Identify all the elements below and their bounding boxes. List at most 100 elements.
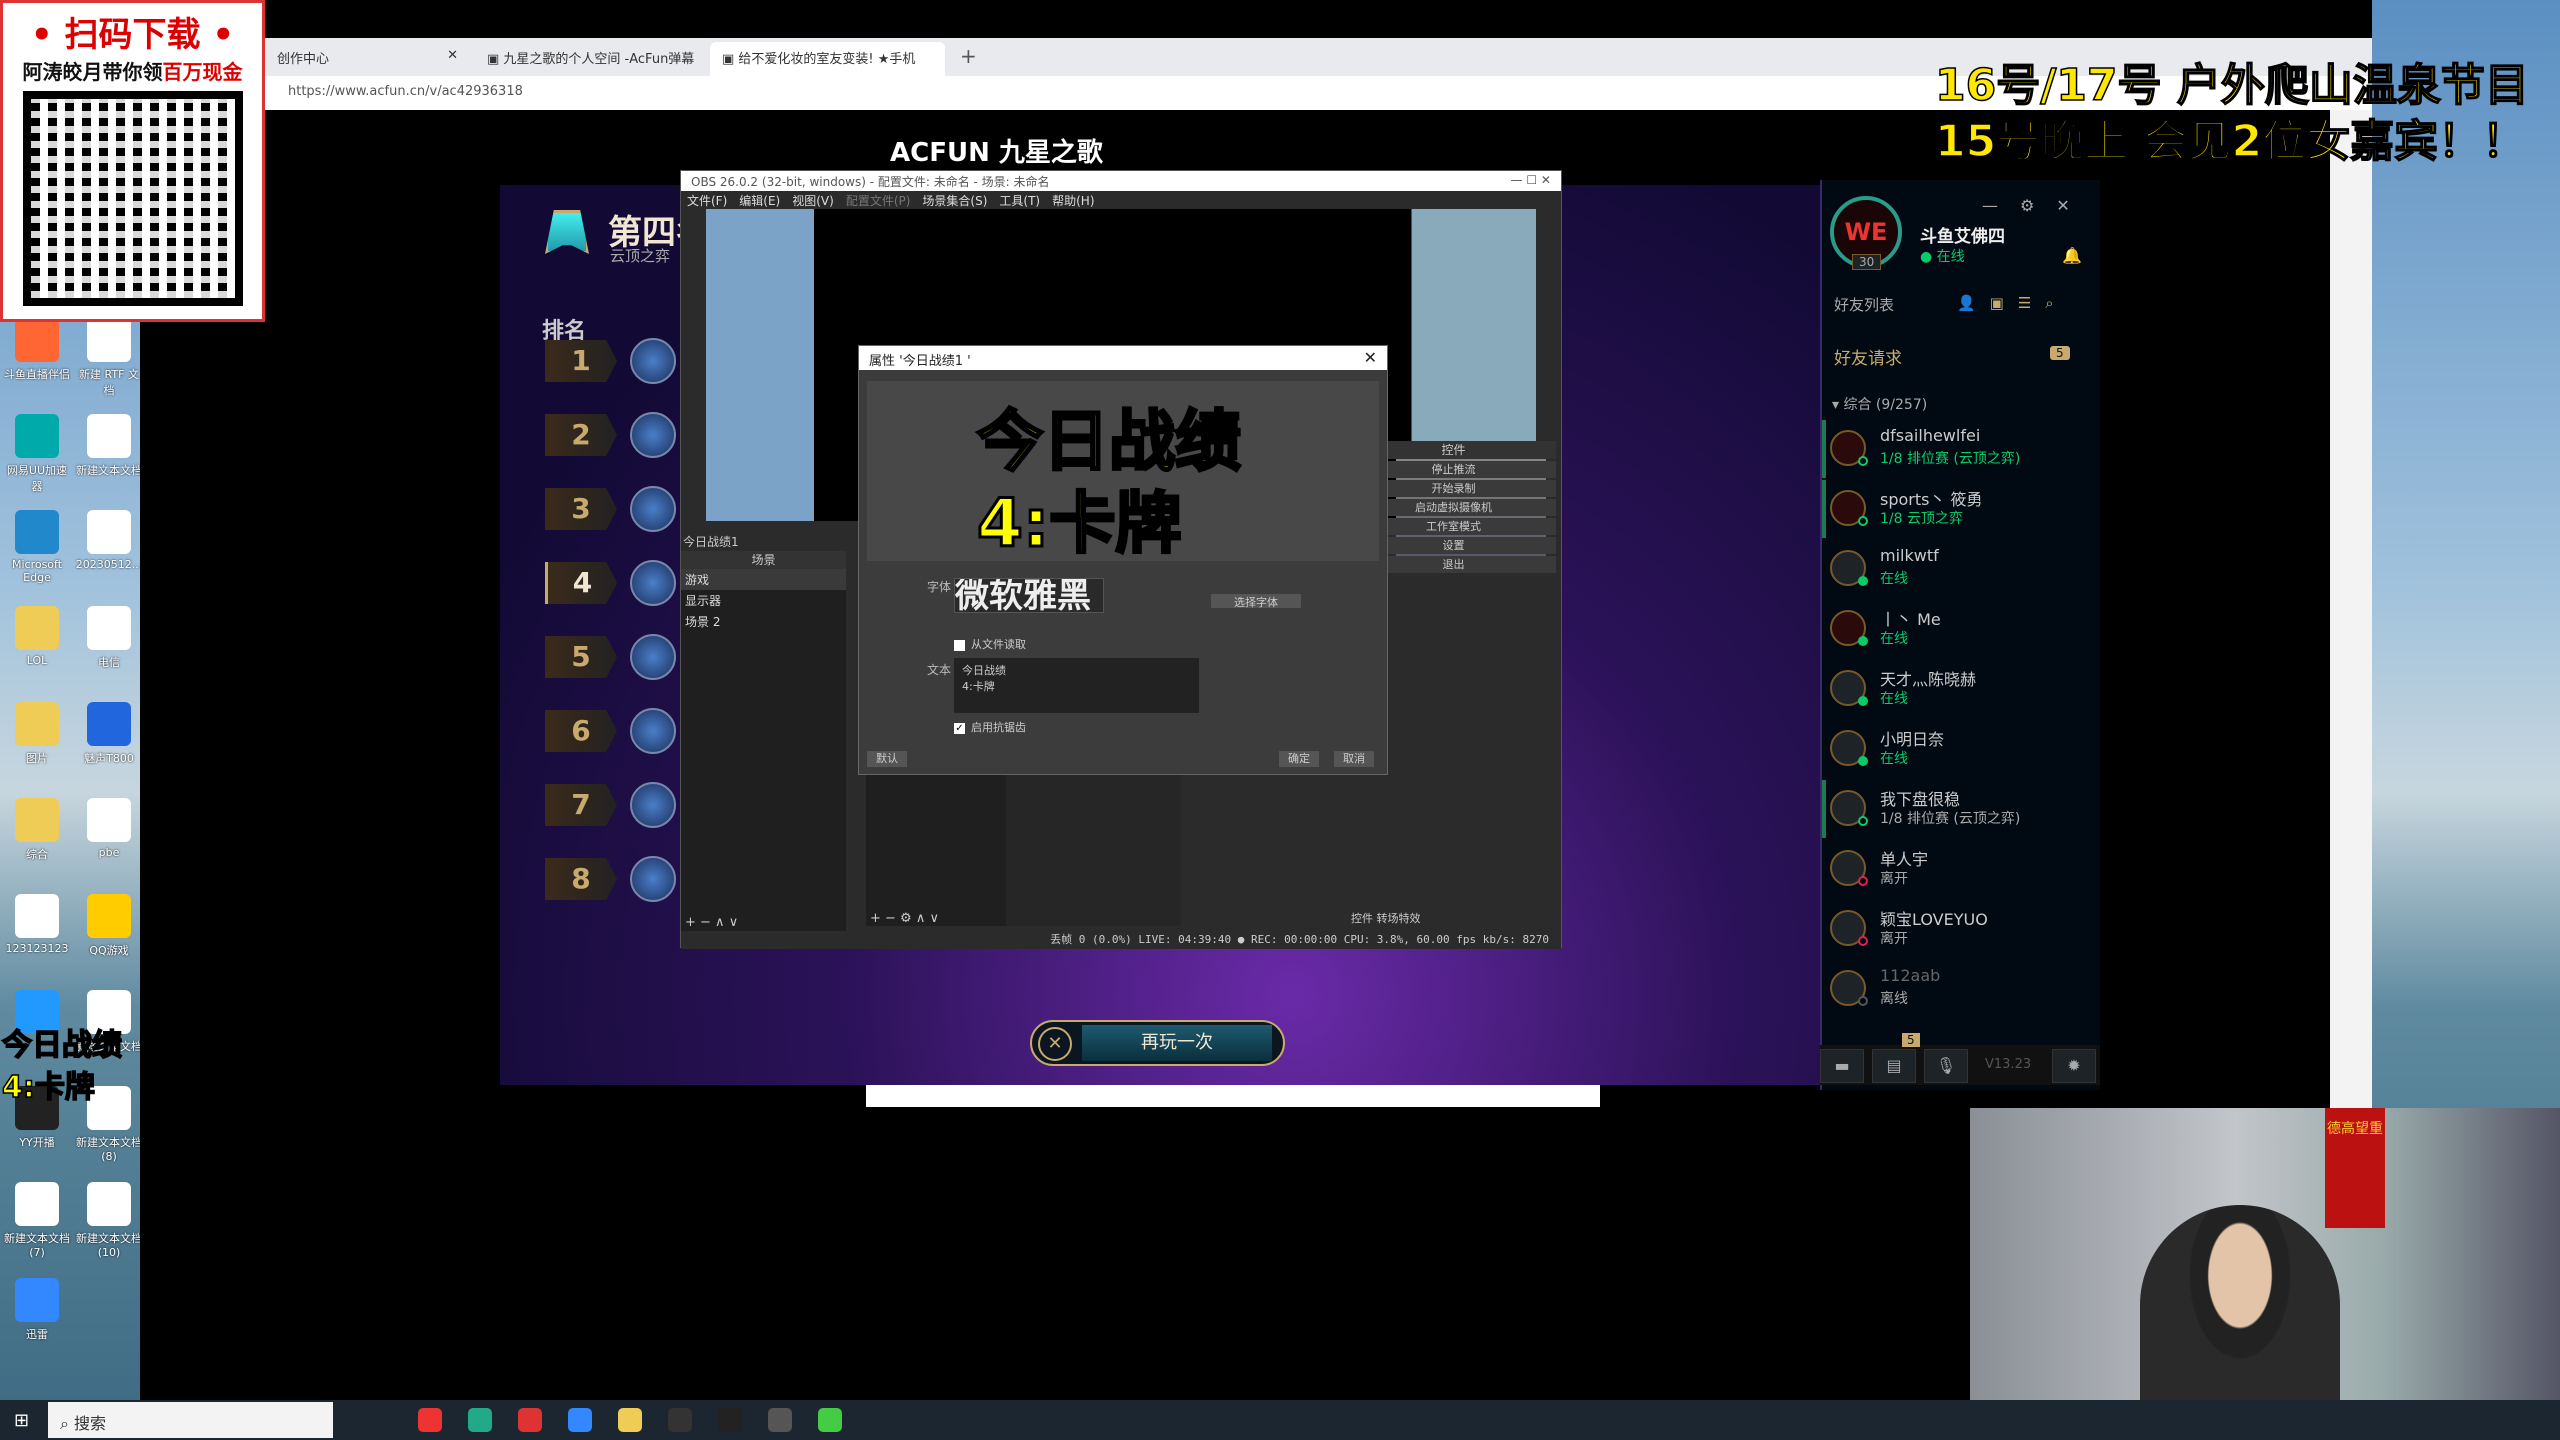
friend-status: 1/8 云顶之弈	[1880, 511, 1963, 527]
player-avatar[interactable]	[630, 856, 676, 902]
scene-item[interactable]: 场景 2	[681, 611, 846, 632]
window-controls[interactable]: — ☐ ✕	[1511, 173, 1551, 187]
friend-item[interactable]: 我下盘很稳 1/8 排位赛 (云顶之弈)	[1822, 780, 2092, 838]
desktop-icon[interactable]: Microsoft Edge	[2, 510, 72, 584]
player-avatar[interactable]	[630, 486, 676, 532]
windows-start-icon[interactable]: ⊞	[14, 1410, 29, 1431]
desktop-icon[interactable]: 斗鱼直播伴侣	[2, 318, 72, 382]
text-input[interactable]: 今日战绩 4:卡牌	[954, 658, 1199, 713]
menu-item[interactable]: 编辑(E)	[739, 194, 780, 208]
player-avatar[interactable]	[630, 782, 676, 828]
missions-icon[interactable]: ▤	[1872, 1049, 1916, 1083]
bug-report-icon[interactable]: ✹	[2052, 1049, 2096, 1083]
close-icon[interactable]: ✕	[447, 48, 458, 63]
new-tab-button[interactable]: +	[960, 44, 977, 68]
bell-icon[interactable]: 🔔	[2062, 246, 2082, 265]
desktop-icon[interactable]: 新建文本文档(10)	[74, 1182, 144, 1259]
desktop-icon[interactable]: 综合	[2, 798, 72, 862]
close-button[interactable]: ✕	[1038, 1027, 1072, 1061]
player-avatar[interactable]	[630, 412, 676, 458]
taskbar-app-icon[interactable]	[768, 1408, 792, 1432]
taskbar-app-icon[interactable]	[568, 1408, 592, 1432]
app-icon	[87, 318, 131, 362]
icon-label: 电信	[98, 656, 120, 669]
desktop-icon[interactable]: 网易UU加速器	[2, 414, 72, 494]
desktop-icon[interactable]: 新建文本文档(7)	[2, 1182, 72, 1259]
play-again-button[interactable]: 再玩一次	[1082, 1025, 1272, 1061]
tab-transitions[interactable]: 转场特效	[1377, 912, 1421, 925]
player-avatar[interactable]	[630, 338, 676, 384]
mic-icon[interactable]: 🎙	[1924, 1049, 1968, 1083]
window-controls[interactable]: —⚙✕	[1982, 196, 2092, 215]
friend-item[interactable]: 天才灬陈晓赫 在线	[1822, 660, 2092, 718]
menu-item[interactable]: 帮助(H)	[1052, 194, 1094, 208]
read-from-file-checkbox[interactable]: 从文件读取	[954, 636, 1026, 652]
cancel-button[interactable]: 取消	[1334, 751, 1374, 767]
friend-name: 颖宝LOVEYUO	[1880, 910, 1988, 929]
select-font-button[interactable]: 选择字体	[1211, 594, 1301, 609]
taskbar-app-icon[interactable]	[618, 1408, 642, 1432]
desktop-icon[interactable]: LOL	[2, 606, 72, 667]
friend-item[interactable]: 112aab 离线	[1822, 960, 2092, 1018]
app-icon	[87, 702, 131, 746]
status-dot-icon	[1858, 996, 1868, 1006]
tab-controls[interactable]: 控件	[1351, 912, 1373, 925]
scene-toolbar[interactable]: + − ∧ ∨	[685, 915, 738, 930]
source-toolbar[interactable]: + − ⚙ ∧ ∨	[870, 911, 939, 926]
player-avatar[interactable]	[630, 634, 676, 680]
desktop-icon[interactable]: 图片	[2, 702, 72, 766]
tab-video[interactable]: ▣ 给不爱化妆的室友变装! ★手机	[710, 42, 945, 76]
friend-name: sports丶 筱勇	[1880, 490, 1983, 509]
taskbar-app-icon[interactable]	[818, 1408, 842, 1432]
menu-item[interactable]: 场景集合(S)	[922, 194, 987, 208]
app-icon	[15, 1182, 59, 1226]
menu-item[interactable]: 视图(V)	[792, 194, 834, 208]
icon-label: LOL	[26, 654, 48, 667]
friend-item[interactable]: 单人宇 离开	[1822, 840, 2092, 898]
taskbar-app-icon[interactable]	[468, 1408, 492, 1432]
desktop-icon[interactable]: 新建 RTF 文档	[74, 318, 144, 398]
friend-item[interactable]: 颖宝LOVEYUO 离开	[1822, 900, 2092, 958]
desktop-icon[interactable]: pbe	[74, 798, 144, 859]
desktop-icon[interactable]: 迅雷	[2, 1278, 72, 1342]
friend-item[interactable]: sports丶 筱勇 1/8 云顶之弈	[1822, 480, 2092, 538]
taskbar-app-icon[interactable]	[418, 1408, 442, 1432]
menu-item[interactable]: 文件(F)	[687, 194, 727, 208]
friend-requests[interactable]: 好友请求	[1834, 344, 1902, 369]
taskbar-app-icon[interactable]	[518, 1408, 542, 1432]
menu-item[interactable]: 配置文件(P)	[846, 194, 911, 208]
close-icon[interactable]: ✕	[1364, 348, 1377, 367]
desktop-icon[interactable]: 新建文本文档	[74, 414, 144, 478]
friend-actions-icons[interactable]: 👤▣☰⌕	[1957, 294, 2068, 312]
antialias-checkbox[interactable]: ✓ 启用抗锯齿	[954, 719, 1026, 735]
taskbar-app-icon[interactable]	[668, 1408, 692, 1432]
download-ad[interactable]: • 扫码下载 • 阿涛皎月带你领百万现金	[0, 0, 265, 322]
tab-creator-center[interactable]: 创作中心 ✕	[265, 42, 470, 76]
friend-item[interactable]: dfsailhewlfei 1/8 排位赛 (云顶之弈)	[1822, 420, 2092, 478]
desktop-icon[interactable]: 电信	[74, 606, 144, 670]
desktop-icon[interactable]: QQ游戏	[74, 894, 144, 958]
chat-icon[interactable]: ▬	[1820, 1049, 1864, 1083]
menu-item[interactable]: 工具(T)	[999, 194, 1040, 208]
scene-item[interactable]: 显示器	[681, 590, 846, 611]
ok-button[interactable]: 确定	[1279, 751, 1319, 767]
friend-item[interactable]: 丨丶 Me 在线	[1822, 600, 2092, 658]
desktop-icon[interactable]: 20230512...	[74, 510, 144, 571]
desktop-icon[interactable]: 123123123	[2, 894, 72, 955]
scene-item[interactable]: 游戏	[681, 569, 846, 590]
client-version: V13.23	[1985, 1057, 2032, 1072]
friend-item[interactable]: milkwtf 在线	[1822, 540, 2092, 598]
taskbar-app-icon[interactable]	[718, 1408, 742, 1432]
status-dot-icon	[1858, 576, 1868, 586]
caret-down-icon[interactable]: ▾	[1832, 397, 1843, 413]
taskbar-search[interactable]: ⌕ 搜索	[48, 1402, 333, 1438]
defaults-button[interactable]: 默认	[867, 751, 907, 767]
desktop-icon[interactable]: 魅声T800	[74, 702, 144, 766]
player-avatar[interactable]	[630, 560, 676, 606]
friend-item[interactable]: 小明日奈 在线	[1822, 720, 2092, 778]
friend-status: 在线	[1880, 571, 1908, 587]
tab-user-space[interactable]: ▣ 九星之歌的个人空间 -AcFun弹幕	[475, 42, 705, 76]
user-status[interactable]: 在线	[1937, 249, 1965, 265]
group-header[interactable]: 综合 (9/257)	[1843, 397, 1927, 413]
player-avatar[interactable]	[630, 708, 676, 754]
